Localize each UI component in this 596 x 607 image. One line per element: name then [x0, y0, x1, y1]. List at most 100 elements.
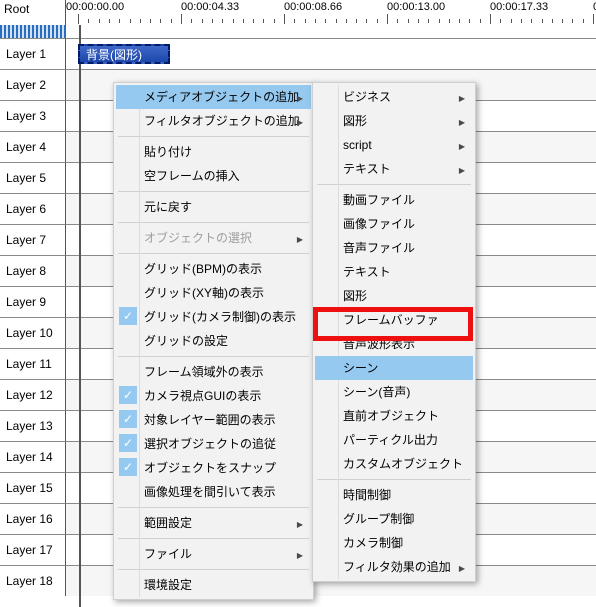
menu-item[interactable]: 音声波形表示: [315, 332, 473, 356]
menu-item[interactable]: グリッド(XY軸)の表示: [116, 281, 311, 305]
layer-label[interactable]: Layer 15: [0, 472, 66, 503]
menu-item-label: 音声ファイル: [343, 241, 415, 255]
timeline-window: Root 00:00:00.00 00:00:04.33 00:00:08.66…: [0, 0, 596, 607]
layer-label[interactable]: Layer 3: [0, 100, 66, 131]
menu-item[interactable]: フレームバッファ: [315, 308, 473, 332]
menu-separator: [118, 222, 309, 223]
menu-item-label: グリッド(カメラ制御)の表示: [144, 310, 296, 324]
timecode: 00:00:13.00: [387, 1, 445, 13]
layer-label[interactable]: Layer 9: [0, 286, 66, 317]
menu-item[interactable]: script: [315, 133, 473, 157]
menu-item-label: 図形: [343, 289, 367, 303]
menu-item-label: 対象レイヤー範囲の表示: [144, 413, 276, 427]
menu-item-label: テキスト: [343, 265, 391, 279]
menu-item[interactable]: グループ制御: [315, 507, 473, 531]
playhead[interactable]: [79, 25, 81, 607]
menu-item[interactable]: 対象レイヤー範囲の表示: [116, 408, 311, 432]
menu-item-label: 貼り付け: [144, 145, 192, 159]
menu-item[interactable]: 図形: [315, 109, 473, 133]
menu-item[interactable]: カスタムオブジェクト: [315, 452, 473, 476]
layer-label[interactable]: Layer 1: [0, 38, 66, 69]
layer-label[interactable]: Layer 4: [0, 131, 66, 162]
layer-label[interactable]: Layer 14: [0, 441, 66, 472]
menu-item-label: 図形: [343, 114, 367, 128]
mini-timeline[interactable]: [66, 25, 596, 38]
menu-item[interactable]: 動画ファイル: [315, 188, 473, 212]
layer-label[interactable]: Layer 17: [0, 534, 66, 565]
menu-item-label: メディアオブジェクトの追加: [144, 90, 299, 104]
menu-item-label: 画像ファイル: [343, 217, 415, 231]
menu-item[interactable]: フィルタ効果の追加: [315, 555, 473, 579]
layer-label[interactable]: Layer 8: [0, 255, 66, 286]
layer-label[interactable]: Layer 5: [0, 162, 66, 193]
menu-separator: [118, 191, 309, 192]
menu-item[interactable]: 環境設定: [116, 573, 311, 597]
timecode: 00:00:17.33: [490, 1, 548, 13]
menu-item[interactable]: テキスト: [315, 157, 473, 181]
menu-item[interactable]: シーン(音声): [315, 380, 473, 404]
root-track-label[interactable]: Root: [0, 0, 66, 25]
layer-label[interactable]: Layer 7: [0, 224, 66, 255]
menu-item[interactable]: 元に戻す: [116, 195, 311, 219]
layer-label[interactable]: Layer 18: [0, 565, 66, 596]
menu-item[interactable]: ファイル: [116, 542, 311, 566]
menu-item[interactable]: 図形: [315, 284, 473, 308]
menu-item[interactable]: 画像ファイル: [315, 212, 473, 236]
menu-item-label: シーン(音声): [343, 385, 410, 399]
menu-separator: [118, 253, 309, 254]
root-label: Root: [4, 2, 29, 16]
menu-item[interactable]: グリッド(BPM)の表示: [116, 257, 311, 281]
menu-item-label: フィルタ効果の追加: [343, 560, 451, 574]
layer-label[interactable]: Layer 11: [0, 348, 66, 379]
menu-item-label: グリッドの設定: [144, 334, 228, 348]
menu-item[interactable]: 直前オブジェクト: [315, 404, 473, 428]
menu-item[interactable]: フレーム領域外の表示: [116, 360, 311, 384]
menu-item[interactable]: 音声ファイル: [315, 236, 473, 260]
layer-label[interactable]: Layer 16: [0, 503, 66, 534]
menu-item-label: パーティクル出力: [343, 433, 438, 447]
menu-item-label: グリッド(XY軸)の表示: [144, 286, 264, 300]
menu-item-label: グリッド(BPM)の表示: [144, 262, 262, 276]
timeline-clip[interactable]: 背景(図形): [78, 44, 170, 64]
menu-item-label: 動画ファイル: [343, 193, 415, 207]
menu-item[interactable]: シーン: [315, 356, 473, 380]
layer-label[interactable]: Layer 10: [0, 317, 66, 348]
layer-label[interactable]: Layer 12: [0, 379, 66, 410]
menu-separator: [118, 569, 309, 570]
menu-item[interactable]: グリッド(カメラ制御)の表示: [116, 305, 311, 329]
clip-label: 背景(図形): [86, 46, 142, 63]
time-ruler[interactable]: 00:00:00.00 00:00:04.33 00:00:08.66 00:0…: [66, 0, 596, 25]
context-submenu[interactable]: ビジネス図形scriptテキスト動画ファイル画像ファイル音声ファイルテキスト図形…: [312, 82, 476, 582]
menu-item[interactable]: メディアオブジェクトの追加: [116, 85, 311, 109]
menu-item[interactable]: オブジェクトをスナップ: [116, 456, 311, 480]
menu-item-label: script: [343, 138, 372, 152]
menu-item-label: フィルタオブジェクトの追加: [144, 114, 300, 128]
menu-item-label: オブジェクトの選択: [144, 231, 252, 245]
menu-item[interactable]: 空フレームの挿入: [116, 164, 311, 188]
layer-label[interactable]: Layer 2: [0, 69, 66, 100]
menu-item[interactable]: パーティクル出力: [315, 428, 473, 452]
layer-label[interactable]: Layer 13: [0, 410, 66, 441]
layer-label[interactable]: Layer 6: [0, 193, 66, 224]
menu-item[interactable]: カメラ制御: [315, 531, 473, 555]
menu-item-label: 環境設定: [144, 578, 192, 592]
menu-item[interactable]: 選択オブジェクトの追従: [116, 432, 311, 456]
menu-item[interactable]: 画像処理を間引いて表示: [116, 480, 311, 504]
menu-item-label: ファイル: [144, 547, 192, 561]
menu-item-label: シーン: [343, 361, 378, 375]
menu-item-label: 範囲設定: [144, 516, 192, 530]
menu-item[interactable]: テキスト: [315, 260, 473, 284]
menu-item-label: フレーム領域外の表示: [144, 365, 264, 379]
menu-item-label: フレームバッファ: [343, 313, 439, 327]
menu-item[interactable]: 貼り付け: [116, 140, 311, 164]
menu-item-label: 元に戻す: [144, 200, 192, 214]
menu-item[interactable]: ビジネス: [315, 85, 473, 109]
menu-item-label: 直前オブジェクト: [343, 409, 439, 423]
menu-item[interactable]: フィルタオブジェクトの追加: [116, 109, 311, 133]
menu-item[interactable]: グリッドの設定: [116, 329, 311, 353]
menu-item-label: カメラ視点GUIの表示: [144, 389, 261, 403]
context-menu[interactable]: メディアオブジェクトの追加フィルタオブジェクトの追加貼り付け空フレームの挿入元に…: [113, 82, 314, 600]
menu-item[interactable]: 範囲設定: [116, 511, 311, 535]
menu-item[interactable]: 時間制御: [315, 483, 473, 507]
menu-item[interactable]: カメラ視点GUIの表示: [116, 384, 311, 408]
